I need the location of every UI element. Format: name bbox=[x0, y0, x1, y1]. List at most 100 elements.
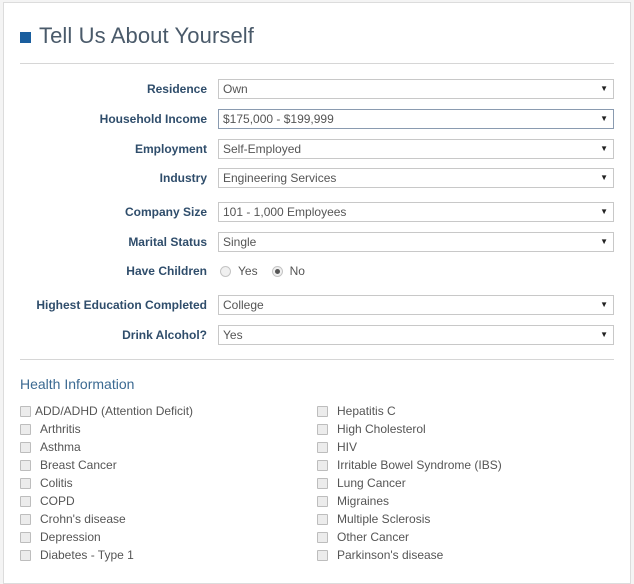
industry-select[interactable]: Engineering Services ▼ bbox=[218, 168, 614, 188]
chevron-down-icon: ▼ bbox=[600, 330, 608, 339]
employment-label: Employment bbox=[134, 142, 207, 156]
drink-alcohol-value: Yes bbox=[223, 328, 243, 342]
health-checkbox-item[interactable]: Arthritis bbox=[20, 420, 193, 438]
page-title: Tell Us About Yourself bbox=[20, 23, 254, 49]
checkbox[interactable] bbox=[317, 477, 328, 489]
marital-status-select[interactable]: Single ▼ bbox=[218, 232, 614, 252]
education-label: Highest Education Completed bbox=[36, 298, 207, 312]
have-children-no-label[interactable]: No bbox=[290, 264, 305, 278]
checkbox-label: Depression bbox=[40, 530, 101, 544]
household-income-select[interactable]: $175,000 - $199,999 ▼ bbox=[218, 109, 614, 129]
checkbox-label: Parkinson's disease bbox=[337, 548, 444, 562]
chevron-down-icon: ▼ bbox=[600, 114, 608, 123]
have-children-yes-label[interactable]: Yes bbox=[238, 264, 258, 278]
chevron-down-icon: ▼ bbox=[600, 84, 608, 93]
drink-alcohol-label: Drink Alcohol? bbox=[122, 328, 207, 342]
industry-value: Engineering Services bbox=[223, 171, 337, 185]
have-children-no-radio[interactable] bbox=[271, 265, 283, 277]
education-row: Highest Education Completed College ▼ bbox=[4, 295, 630, 315]
chevron-down-icon: ▼ bbox=[600, 144, 608, 153]
health-checkbox-item[interactable]: Colitis bbox=[20, 474, 193, 492]
residence-label: Residence bbox=[146, 82, 207, 96]
divider bbox=[20, 63, 614, 64]
checkbox[interactable] bbox=[317, 549, 328, 561]
company-size-value: 101 - 1,000 Employees bbox=[223, 205, 347, 219]
health-checkbox-item[interactable]: HIV bbox=[317, 438, 502, 456]
checkbox[interactable] bbox=[317, 513, 328, 525]
checkbox[interactable] bbox=[20, 513, 31, 525]
drink-alcohol-select[interactable]: Yes ▼ bbox=[218, 325, 614, 345]
health-checkbox-item[interactable]: Asthma bbox=[20, 438, 193, 456]
health-checkbox-item[interactable]: Breast Cancer bbox=[20, 456, 193, 474]
health-checkbox-item[interactable]: Migraines bbox=[317, 492, 502, 510]
health-checkbox-item[interactable]: High Cholesterol bbox=[317, 420, 502, 438]
checkbox[interactable] bbox=[317, 423, 328, 435]
residence-row: Residence Own ▼ bbox=[4, 79, 630, 99]
employment-value: Self-Employed bbox=[223, 142, 302, 156]
marital-status-row: Marital Status Single ▼ bbox=[4, 232, 630, 252]
checkbox-label: Migraines bbox=[337, 494, 390, 508]
checkbox-label: High Cholesterol bbox=[337, 422, 426, 436]
health-checklist-right: Hepatitis C High Cholesterol HIV Irritab… bbox=[317, 402, 502, 564]
checkbox[interactable] bbox=[20, 459, 31, 471]
checkbox-label: Irritable Bowel Syndrome (IBS) bbox=[337, 458, 502, 472]
company-size-row: Company Size 101 - 1,000 Employees ▼ bbox=[4, 202, 630, 222]
employment-select[interactable]: Self-Employed ▼ bbox=[218, 139, 614, 159]
checkbox[interactable] bbox=[20, 441, 31, 453]
checkbox[interactable] bbox=[317, 495, 328, 507]
industry-row: Industry Engineering Services ▼ bbox=[4, 168, 630, 188]
employment-row: Employment Self-Employed ▼ bbox=[4, 139, 630, 159]
health-checkbox-item[interactable]: Other Cancer bbox=[317, 528, 502, 546]
checkbox-label: Other Cancer bbox=[337, 530, 410, 544]
health-checkbox-item[interactable]: Depression bbox=[20, 528, 193, 546]
checkbox[interactable] bbox=[20, 423, 31, 435]
residence-value: Own bbox=[223, 82, 248, 96]
chevron-down-icon: ▼ bbox=[600, 300, 608, 309]
company-size-select[interactable]: 101 - 1,000 Employees ▼ bbox=[218, 202, 614, 222]
health-checkbox-item[interactable]: Hepatitis C bbox=[317, 402, 502, 420]
checkbox[interactable] bbox=[317, 531, 328, 543]
checkbox-label: Crohn's disease bbox=[40, 512, 126, 526]
chevron-down-icon: ▼ bbox=[600, 173, 608, 182]
household-income-value: $175,000 - $199,999 bbox=[223, 112, 334, 126]
checkbox[interactable] bbox=[317, 441, 328, 453]
health-checkbox-item[interactable]: COPD bbox=[20, 492, 193, 510]
checkbox[interactable] bbox=[20, 531, 31, 543]
marital-status-value: Single bbox=[223, 235, 257, 249]
health-checkbox-item[interactable]: Parkinson's disease bbox=[317, 546, 502, 564]
have-children-label: Have Children bbox=[126, 264, 207, 278]
chevron-down-icon: ▼ bbox=[600, 237, 608, 246]
checkbox[interactable] bbox=[20, 405, 31, 417]
have-children-row: Have Children Yes No bbox=[4, 261, 630, 281]
health-checkbox-item[interactable]: ADD/ADHD (Attention Deficit) bbox=[20, 402, 193, 420]
health-checklist-left: ADD/ADHD (Attention Deficit) Arthritis A… bbox=[20, 402, 193, 564]
household-income-row: Household Income $175,000 - $199,999 ▼ bbox=[4, 109, 630, 129]
checkbox[interactable] bbox=[20, 477, 31, 489]
health-checkbox-item[interactable]: Diabetes - Type 1 bbox=[20, 546, 193, 564]
checkbox-label: Hepatitis C bbox=[337, 404, 396, 418]
checkbox-label: ADD/ADHD (Attention Deficit) bbox=[35, 404, 194, 418]
checkbox[interactable] bbox=[20, 495, 31, 507]
checkbox-label: Colitis bbox=[40, 476, 73, 490]
drink-alcohol-row: Drink Alcohol? Yes ▼ bbox=[4, 325, 630, 345]
industry-label: Industry bbox=[159, 171, 207, 185]
checkbox-label: Lung Cancer bbox=[337, 476, 406, 490]
health-checkbox-item[interactable]: Crohn's disease bbox=[20, 510, 193, 528]
household-income-label: Household Income bbox=[99, 112, 207, 126]
health-checkbox-item[interactable]: Lung Cancer bbox=[317, 474, 502, 492]
checkbox[interactable] bbox=[20, 549, 31, 561]
health-checkbox-item[interactable]: Irritable Bowel Syndrome (IBS) bbox=[317, 456, 502, 474]
health-checkbox-item[interactable]: Multiple Sclerosis bbox=[317, 510, 502, 528]
residence-select[interactable]: Own ▼ bbox=[218, 79, 614, 99]
company-size-label: Company Size bbox=[124, 205, 207, 219]
have-children-radio-group: Yes No bbox=[220, 261, 319, 281]
checkbox-label: Diabetes - Type 1 bbox=[40, 548, 134, 562]
checkbox-label: HIV bbox=[337, 440, 358, 454]
chevron-down-icon: ▼ bbox=[600, 207, 608, 216]
checkbox[interactable] bbox=[317, 459, 328, 471]
checkbox-label: COPD bbox=[40, 494, 75, 508]
divider bbox=[20, 359, 614, 360]
have-children-yes-radio[interactable] bbox=[220, 265, 231, 277]
checkbox[interactable] bbox=[317, 405, 328, 417]
education-select[interactable]: College ▼ bbox=[218, 295, 614, 315]
